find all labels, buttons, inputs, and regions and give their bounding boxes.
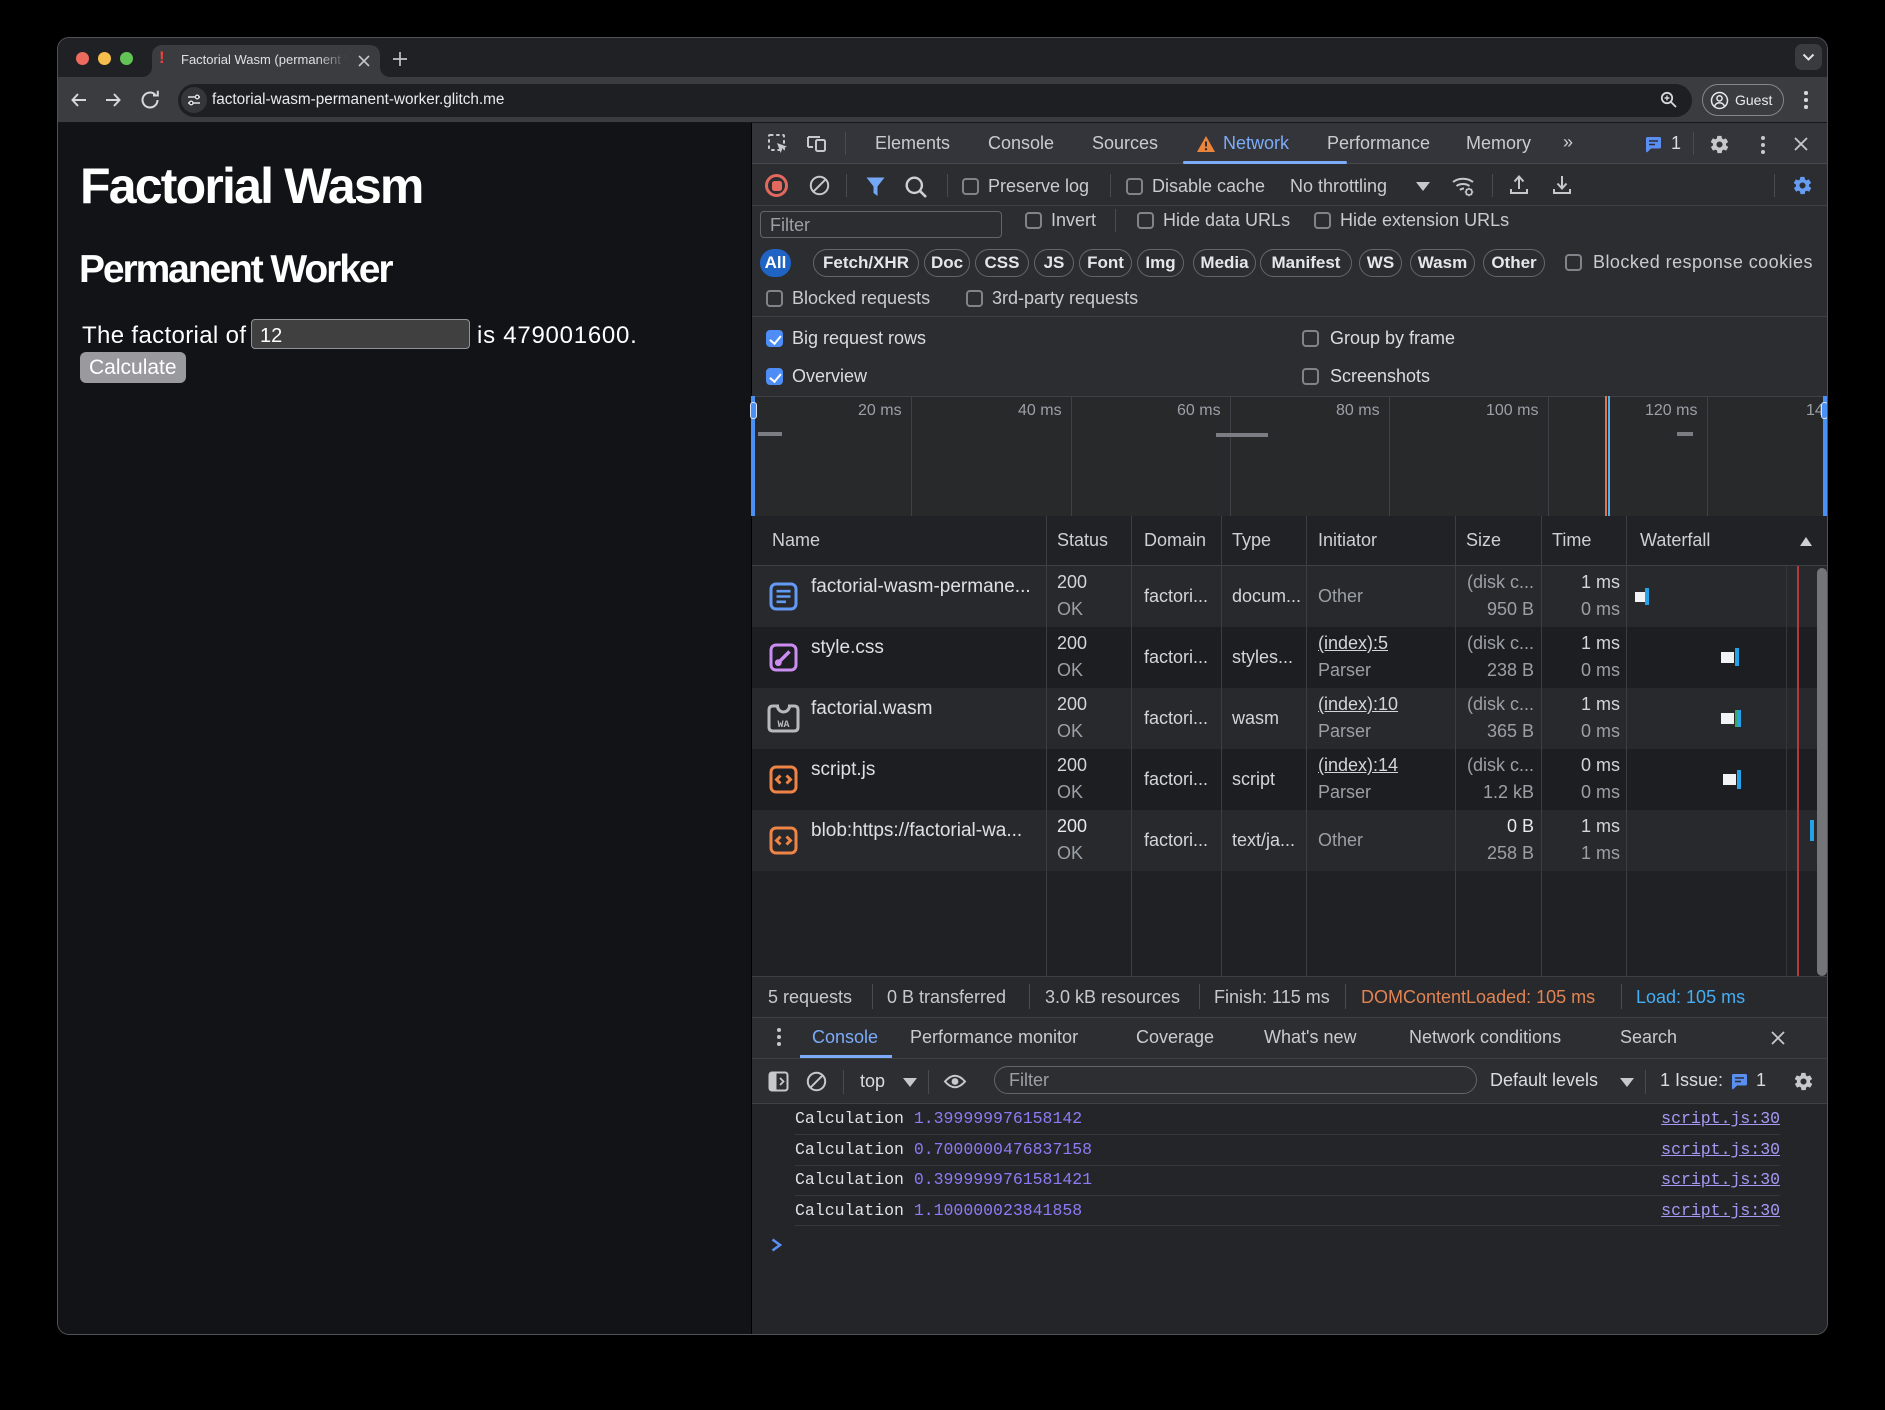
svg-text:WA: WA (777, 720, 789, 731)
